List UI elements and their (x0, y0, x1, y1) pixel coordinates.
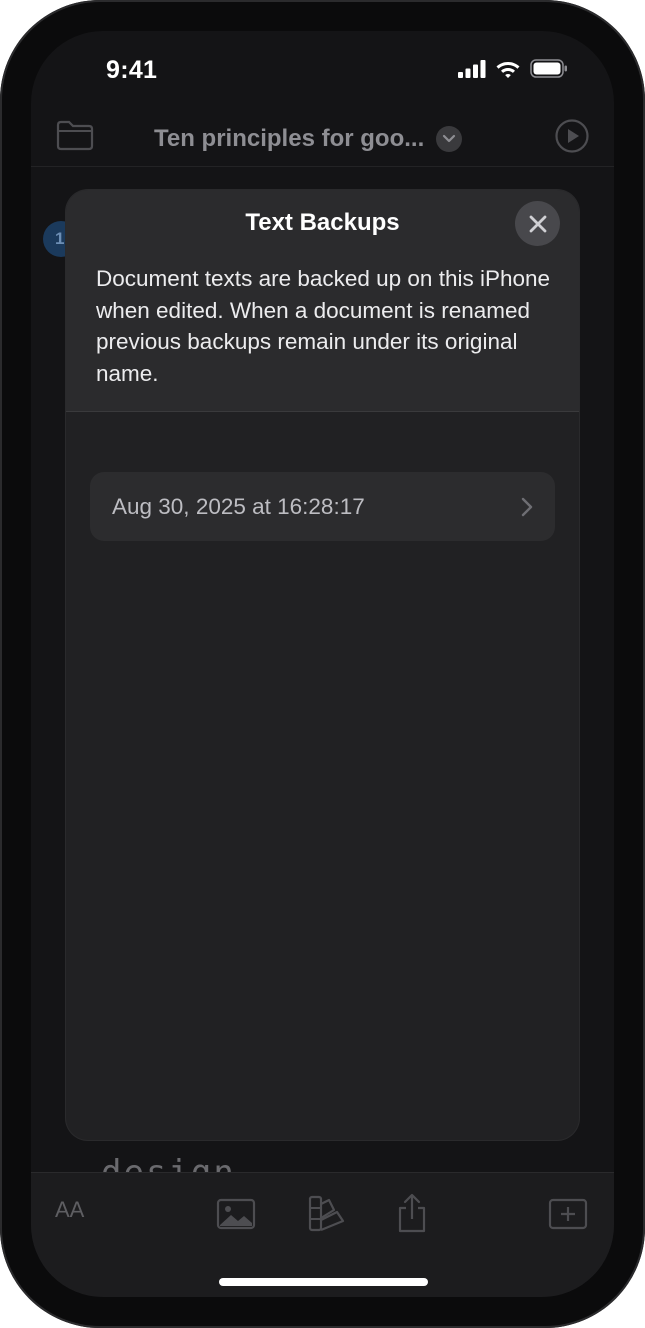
photo-icon (216, 1198, 256, 1230)
backup-date: Aug 30, 2025 at 16:28:17 (112, 493, 365, 519)
swatch-palette-icon (308, 1195, 345, 1232)
status-bar: 9:41 (31, 31, 614, 111)
sheet-description: Document texts are backed up on this iPh… (96, 266, 551, 386)
device-frame: 9:41 Ten principles for goo... 1 AA Text… (0, 0, 645, 1328)
text-size-icon: AA (55, 1197, 85, 1222)
share-button[interactable] (395, 1193, 429, 1240)
status-icons (458, 59, 568, 78)
text-size-button[interactable]: AA (55, 1197, 84, 1223)
folder-button[interactable] (55, 119, 95, 156)
insert-image-button[interactable] (216, 1197, 256, 1236)
backup-list-item[interactable]: Aug 30, 2025 at 16:28:17 (90, 472, 555, 541)
document-title-menu[interactable]: Ten principles for goo... (154, 119, 463, 159)
app-toolbar: Ten principles for goo... (31, 111, 614, 167)
theme-palette-button[interactable] (307, 1194, 347, 1239)
share-icon (398, 1193, 426, 1233)
battery-icon (530, 59, 567, 78)
play-icon (555, 119, 589, 153)
chevron-down-icon (436, 126, 463, 152)
document-title: Ten principles for goo... (154, 125, 425, 152)
text-backups-sheet: Text Backups Document texts are backed u… (66, 190, 579, 1140)
plus-square-icon (548, 1198, 588, 1230)
play-button[interactable] (554, 118, 590, 159)
chevron-right-icon (521, 497, 533, 516)
close-button[interactable] (515, 201, 560, 246)
sheet-title: Text Backups (245, 209, 400, 236)
screen: 9:41 Ten principles for goo... 1 AA Text… (31, 31, 614, 1297)
folder-icon (56, 120, 94, 151)
status-time: 9:41 (106, 56, 158, 84)
home-indicator[interactable] (219, 1278, 428, 1286)
new-document-button[interactable] (548, 1197, 588, 1236)
sheet-header: Text Backups Document texts are backed u… (66, 190, 579, 412)
close-icon (529, 215, 546, 232)
wifi-icon (496, 62, 520, 78)
cellular-signal-icon (458, 59, 486, 78)
